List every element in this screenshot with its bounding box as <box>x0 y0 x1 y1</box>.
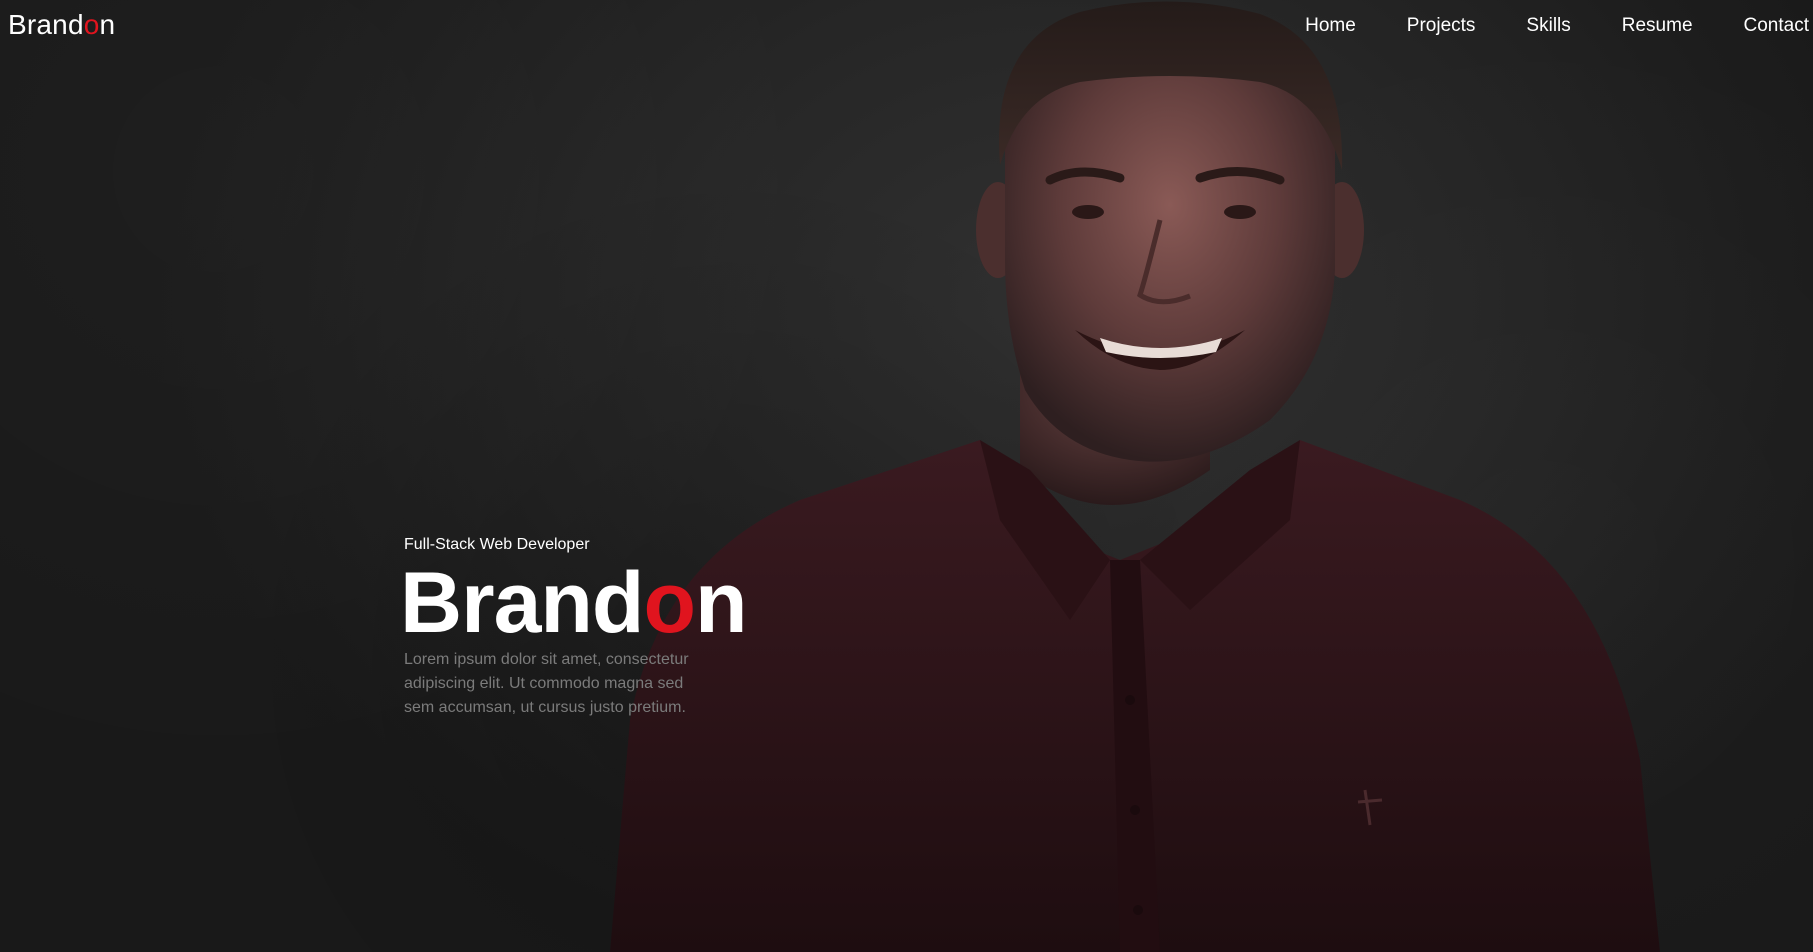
hero-description: Lorem ipsum dolor sit amet, consectetur … <box>404 651 689 716</box>
nav-link-contact[interactable]: Contact <box>1693 15 1813 37</box>
logo-text-start: Brand <box>8 9 84 40</box>
nav-link-resume[interactable]: Resume <box>1571 15 1693 37</box>
nav-link-home[interactable]: Home <box>1254 15 1356 37</box>
hero-name-accent-letter: o <box>643 555 696 651</box>
nav-link-projects[interactable]: Projects <box>1356 15 1476 37</box>
hero-section: Brandon Home Projects Skills Resume Cont… <box>0 0 1813 952</box>
hero-name-end: n <box>695 555 748 651</box>
nav-link-skills[interactable]: Skills <box>1475 15 1570 37</box>
hero-name-heading: Brandon <box>400 560 764 646</box>
site-logo[interactable]: Brandon <box>8 9 115 41</box>
logo-text-end: n <box>99 9 116 40</box>
main-nav: Home Projects Skills Resume Contact <box>1254 15 1813 37</box>
hero-subtitle: Full-Stack Web Developer <box>404 536 590 553</box>
hero-text-block: Full-Stack Web Developer Brandon Lorem i… <box>400 536 764 720</box>
portrait-photo <box>610 1 1660 952</box>
logo-accent-letter: o <box>83 9 100 40</box>
hero-name-start: Brand <box>400 555 644 651</box>
top-navigation-bar: Brandon Home Projects Skills Resume Cont… <box>0 0 1813 56</box>
